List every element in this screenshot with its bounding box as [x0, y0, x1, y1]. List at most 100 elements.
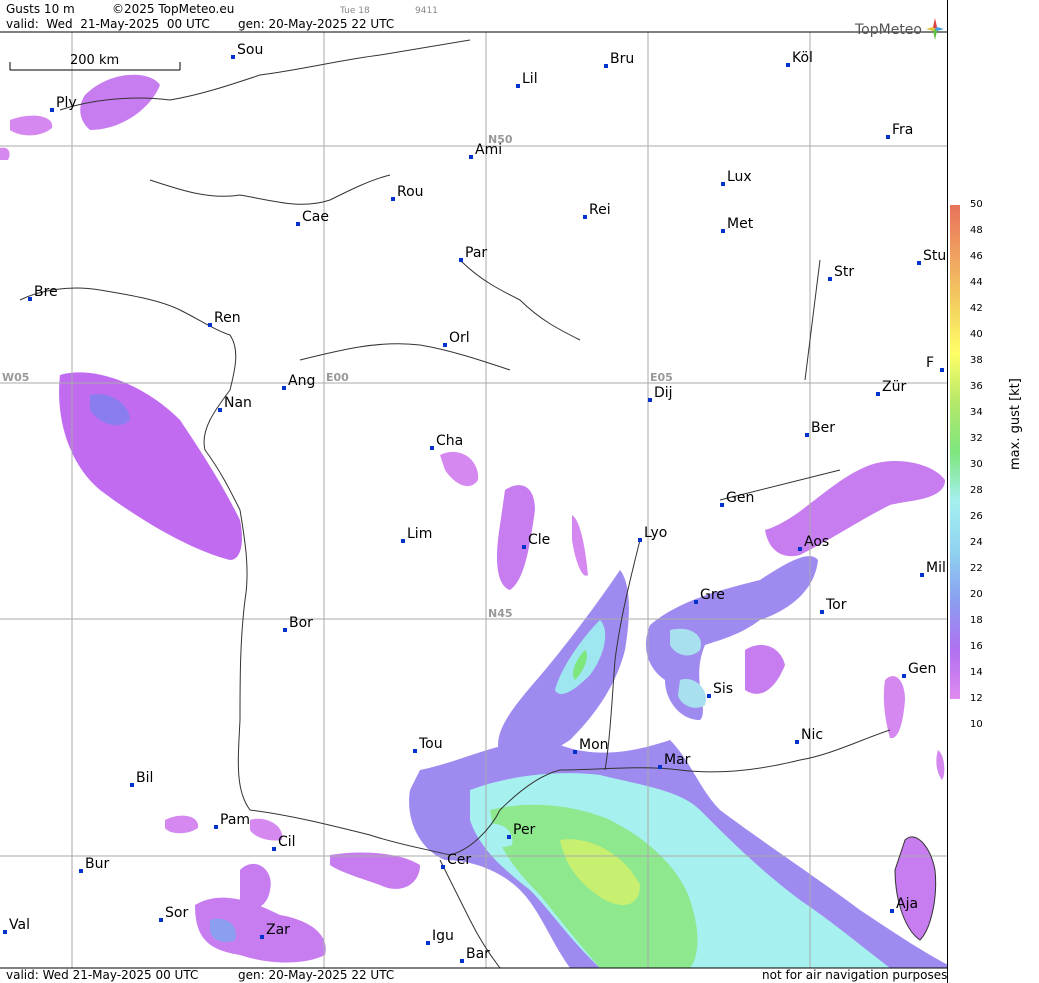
city-marker: [638, 538, 642, 542]
legend-tick-label: 16: [970, 641, 983, 652]
valid-time: valid: Wed 21-May-2025 00 UTC: [6, 17, 210, 31]
disclaimer: not for air navigation purposes: [762, 968, 948, 982]
city-marker: [902, 674, 906, 678]
city-marker: [694, 600, 698, 604]
city-marker: [886, 135, 890, 139]
legend-tick-label: 22: [970, 563, 983, 574]
city-marker: [218, 408, 222, 412]
legend-tick-label: 50: [970, 199, 983, 210]
city-label: Bil: [136, 770, 153, 786]
city-marker: [721, 182, 725, 186]
city-label: Cil: [278, 834, 296, 850]
city-label: Bru: [610, 51, 634, 67]
legend-tick-label: 38: [970, 355, 983, 366]
legend-tick-label: 44: [970, 277, 983, 288]
legend-tick-label: 12: [970, 693, 983, 704]
city-marker: [507, 835, 511, 839]
city-label: Ren: [214, 310, 241, 326]
city-marker: [441, 865, 445, 869]
city-label: Mar: [664, 752, 691, 768]
city-marker: [391, 197, 395, 201]
city-marker: [413, 749, 417, 753]
legend-tick-label: 48: [970, 225, 983, 236]
city-marker: [583, 215, 587, 219]
city-marker: [820, 610, 824, 614]
city-marker: [890, 909, 894, 913]
city-marker: [798, 547, 802, 551]
legend-tick-label: 40: [970, 329, 983, 340]
scale-bar-label: 200 km: [70, 53, 119, 68]
city-label: Cha: [436, 433, 463, 449]
city-label: Aja: [896, 896, 918, 912]
city-label: Mon: [579, 737, 609, 753]
legend-tick-label: 32: [970, 433, 983, 444]
legend-tick-label: 30: [970, 459, 983, 470]
city-label: Gen: [908, 661, 936, 677]
city-marker: [516, 84, 520, 88]
city-marker: [430, 446, 434, 450]
city-label: Tor: [825, 597, 847, 613]
copyright-text: ©2025 TopMeteo.eu: [112, 2, 235, 16]
legend-tick-label: 20: [970, 589, 983, 600]
city-label: Par: [465, 245, 487, 261]
legend-color-bar: [950, 205, 960, 699]
city-label: Str: [834, 264, 854, 280]
footer-gen-time: gen: 20-May-2025 22 UTC: [238, 968, 395, 982]
city-marker: [940, 368, 944, 372]
city-label: Met: [727, 216, 754, 232]
legend-tick-label: 34: [970, 407, 983, 418]
legend-tick-label: 28: [970, 485, 983, 496]
city-marker: [443, 343, 447, 347]
city-label: Orl: [449, 330, 470, 346]
compass-star-icon: [926, 18, 945, 40]
city-label: Zür: [882, 379, 906, 395]
weather-map: 200 km N50 N45 W05 E00 E05 SouPlyBru KölL…: [0, 0, 948, 983]
city-marker: [401, 539, 405, 543]
city-marker: [720, 503, 724, 507]
city-label: Sis: [713, 681, 733, 697]
city-marker: [296, 222, 300, 226]
city-marker: [159, 918, 163, 922]
grid-label-n45: N45: [488, 607, 513, 620]
grid-label-w05: W05: [2, 371, 29, 384]
city-marker: [426, 941, 430, 945]
city-marker: [28, 297, 32, 301]
city-label: Dij: [654, 385, 673, 401]
city-label: Köl: [792, 50, 813, 66]
legend-tick-label: 14: [970, 667, 983, 678]
city-marker: [522, 545, 526, 549]
legend-tick-label: 18: [970, 615, 983, 626]
city-marker: [283, 628, 287, 632]
city-label: Pam: [220, 812, 250, 828]
city-marker: [459, 258, 463, 262]
city-label: Stu: [923, 248, 946, 264]
brand-logo[interactable]: TopMeteo: [855, 18, 945, 40]
city-label: Tou: [418, 736, 443, 752]
footer-valid-time: valid: Wed 21-May-2025 00 UTC: [6, 968, 199, 982]
city-label: Gen: [726, 490, 754, 506]
city-label: Lux: [727, 169, 752, 185]
legend-tick-label: 10: [970, 719, 983, 730]
city-label: Nan: [224, 395, 252, 411]
city-label: Cae: [302, 209, 329, 225]
legend-tick-label: 26: [970, 511, 983, 522]
city-marker: [272, 847, 276, 851]
city-label: Val: [9, 917, 30, 933]
legend-title: max. gust [kt]: [1008, 378, 1023, 470]
city-label: Ber: [811, 420, 835, 436]
city-label: Cle: [528, 532, 550, 548]
city-label: Bor: [289, 615, 313, 631]
city-marker: [50, 108, 54, 112]
legend: 50 48 46 44 42 40 38 36 34 32 30 28 26 24 22 20 18 16 14 12…: [948, 0, 1039, 983]
product-title: Gusts 10 m: [6, 2, 75, 16]
city-label: Ply: [56, 95, 77, 111]
city-marker: [604, 64, 608, 68]
city-marker: [214, 825, 218, 829]
city-label: F: [926, 355, 934, 371]
city-marker: [260, 935, 264, 939]
city-marker: [828, 277, 832, 281]
day-label: Tue 18: [340, 6, 370, 16]
grid-label-e00: E00: [326, 371, 349, 384]
city-label: Mil: [926, 560, 946, 576]
city-label: Zar: [266, 922, 290, 938]
